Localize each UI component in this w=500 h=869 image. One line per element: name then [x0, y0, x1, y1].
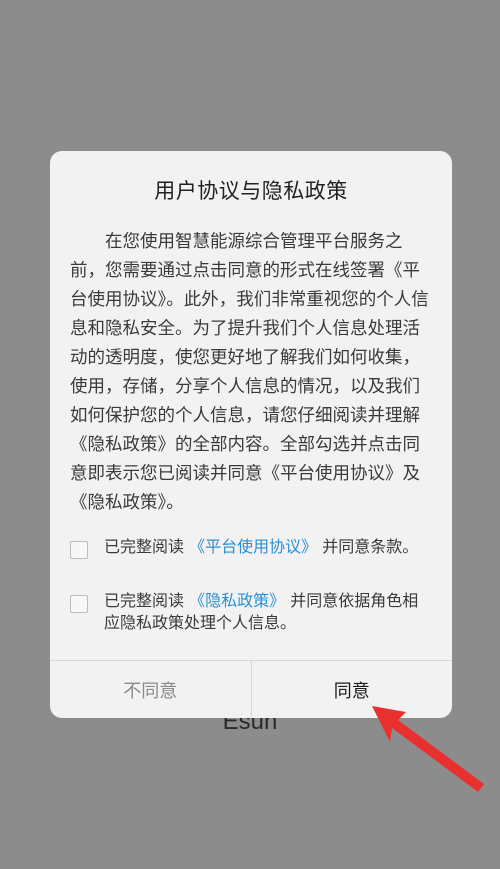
agreement-dialog: 用户协议与隐私政策 在您使用智慧能源综合管理平台服务之前，您需要通过点击同意的形…: [50, 151, 452, 718]
disagree-button[interactable]: 不同意: [50, 661, 252, 718]
red-arrow-icon: [372, 706, 484, 792]
checkbox-prefix: 已完整阅读: [104, 537, 190, 556]
dialog-body-text: 在您使用智慧能源综合管理平台服务之前，您需要通过点击同意的形式在线签署《平台使用…: [70, 232, 429, 513]
privacy-policy-label: 已完整阅读 《隐私政策》 并同意依据角色相应隐私政策处理个人信息。: [104, 590, 434, 634]
platform-agreement-label: 已完整阅读 《平台使用协议》 并同意条款。: [104, 536, 434, 558]
privacy-policy-link[interactable]: 《隐私政策》: [189, 591, 285, 610]
platform-agreement-checkbox[interactable]: [70, 541, 88, 559]
checkbox-prefix: 已完整阅读: [104, 591, 190, 610]
checkbox-suffix: 并同意条款。: [317, 537, 419, 556]
dialog-title: 用户协议与隐私政策: [154, 179, 348, 203]
privacy-policy-checkbox[interactable]: [70, 595, 88, 613]
platform-agreement-link[interactable]: 《平台使用协议》: [189, 537, 317, 556]
